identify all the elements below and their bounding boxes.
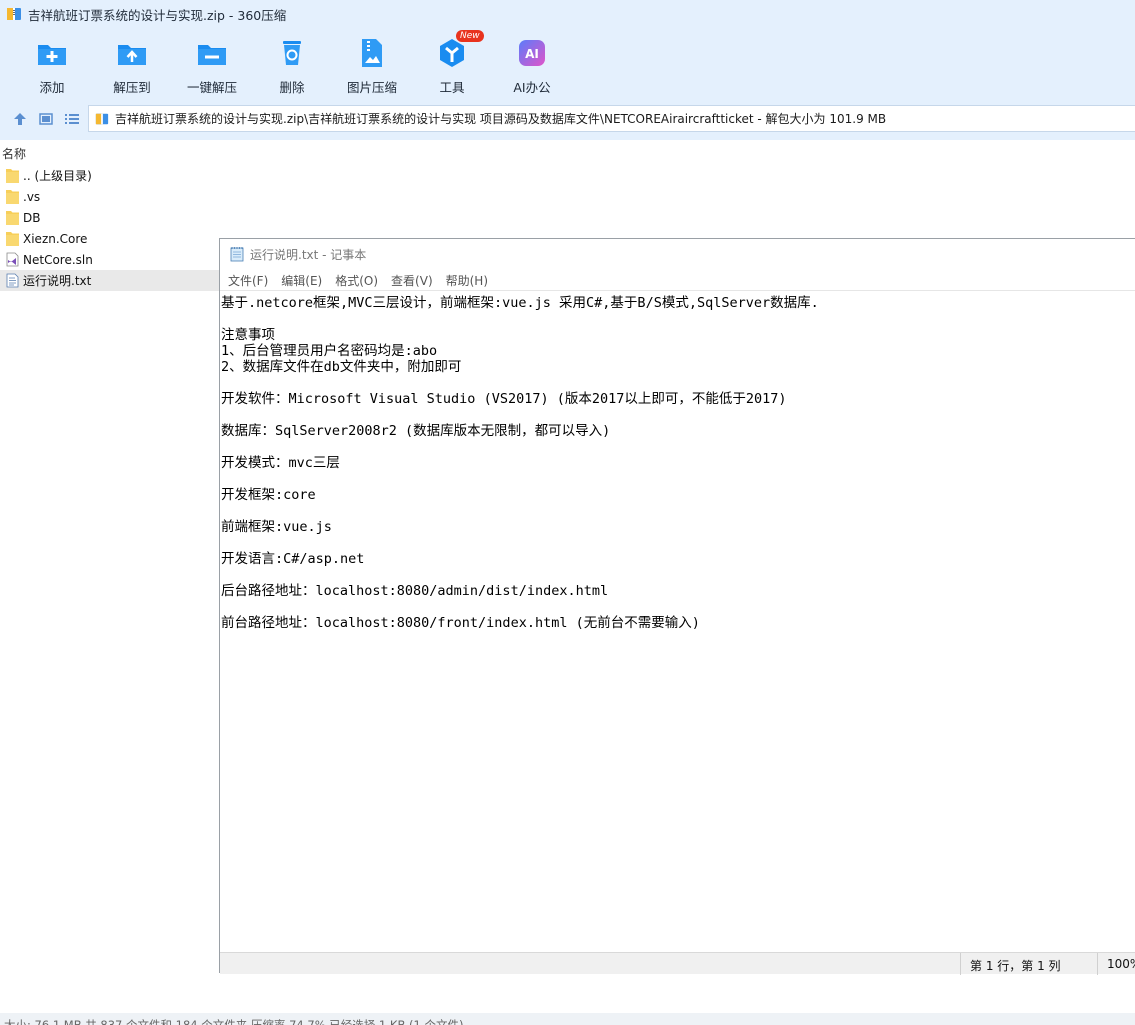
delete-icon (283, 41, 301, 65)
list-item-netcore-sln[interactable]: NetCore.sln (0, 249, 219, 270)
folder-icon (6, 190, 19, 204)
list-item-name: .. (上级目录) (23, 169, 92, 183)
image-compress-label: 图片压缩 (346, 80, 397, 95)
extract-to-label: 解压到 (113, 80, 151, 95)
text-line: 开发语言:C#/asp.net (221, 551, 365, 567)
one-click-extract-label: 一键解压 (186, 80, 237, 95)
extract-to-icon (118, 45, 146, 65)
file-list: .. (上级目录) .vs DB Xiezn.Core NetCore.sln … (0, 165, 219, 291)
add-icon (38, 45, 66, 65)
notepad-menubar: 文件(F) 编辑(E) 格式(O) 查看(V) 帮助(H) (220, 270, 1135, 290)
image-compress-icon (362, 39, 382, 67)
list-item-parent-dir[interactable]: .. (上级目录) (0, 165, 219, 186)
folder-icon (6, 211, 19, 225)
delete-button[interactable]: 删除 (252, 34, 332, 95)
list-item-name: NetCore.sln (23, 252, 93, 267)
tools-button[interactable]: New 工具 (412, 30, 492, 95)
delete-label: 删除 (279, 80, 305, 95)
menu-edit[interactable]: 编辑(E) (276, 272, 327, 289)
column-name-header[interactable]: 名称 (2, 145, 26, 162)
menu-format[interactable]: 格式(O) (330, 272, 383, 289)
list-item-db[interactable]: DB (0, 207, 219, 228)
list-item-name: 运行说明.txt (23, 274, 92, 288)
notepad-text-area[interactable]: 基于.netcore框架,MVC三层设计，前端框架:vue.js 采用C#,基于… (220, 290, 1135, 952)
text-line: 后台路径地址：localhost:8080/admin/dist/index.h… (221, 583, 609, 599)
image-compress-button[interactable]: 图片压缩 (332, 34, 412, 95)
text-file-icon (6, 273, 19, 288)
column-header: 名称 (0, 141, 1135, 163)
text-line: 前台路径地址：localhost:8080/front/index.html (… (221, 615, 700, 631)
list-item-name: .vs (23, 189, 41, 204)
up-arrow-icon[interactable] (11, 110, 29, 128)
cursor-position: 第 1 行，第 1 列 (970, 959, 1061, 973)
zip-archive-icon (7, 8, 21, 20)
ai-office-label: AI办公 (513, 80, 551, 95)
list-item-readme-txt[interactable]: 运行说明.txt (0, 270, 219, 291)
list-item-name: Xiezn.Core (23, 231, 88, 246)
notepad-icon (230, 247, 244, 262)
text-line: 开发框架:core (221, 487, 316, 503)
text-line: 2、数据库文件在db文件夹中，附加即可 (221, 359, 462, 375)
list-item-xiezn-core[interactable]: Xiezn.Core (0, 228, 219, 249)
notepad-statusbar: 第 1 行，第 1 列 100% (220, 952, 1135, 975)
ai-glyph: AI (525, 47, 539, 61)
ai-office-button[interactable]: AI AI办公 (492, 34, 572, 95)
ai-office-icon: AI (519, 40, 545, 66)
notepad-titlebar: 运行说明.txt - 记事本 (220, 239, 1135, 269)
tools-label: 工具 (439, 80, 465, 95)
text-line: 数据库：SqlServer2008r2 (数据库版本无限制，都可以导入) (221, 423, 611, 439)
add-label: 添加 (39, 80, 65, 95)
zip-archive-icon (95, 113, 109, 124)
one-click-extract-button[interactable]: 一键解压 (172, 34, 252, 95)
new-badge: New (456, 30, 484, 42)
status-divider (960, 953, 961, 975)
notepad-window: 运行说明.txt - 记事本 文件(F) 编辑(E) 格式(O) 查看(V) 帮… (219, 238, 1135, 975)
status-divider (1097, 953, 1098, 975)
folder-icon (6, 232, 19, 246)
address-field[interactable]: 吉祥航班订票系统的设计与实现.zip\吉祥航班订票系统的设计与实现 项目源码及数… (88, 105, 1135, 132)
text-line: 开发软件：Microsoft Visual Studio (VS2017) (版… (221, 391, 787, 407)
notepad-title: 运行说明.txt - 记事本 (250, 247, 367, 262)
list-item-name: DB (23, 210, 41, 225)
window-titlebar: 吉祥航班订票系统的设计与实现.zip - 360压缩 (0, 0, 1135, 28)
text-line: 开发模式：mvc三层 (221, 455, 340, 471)
menu-help[interactable]: 帮助(H) (441, 272, 493, 289)
menu-file[interactable]: 文件(F) (223, 272, 273, 289)
extract-to-button[interactable]: 解压到 (92, 34, 172, 95)
text-line: 前端框架:vue.js (221, 519, 332, 535)
text-line: 基于.netcore框架,MVC三层设计，前端框架:vue.js 采用C#,基于… (221, 295, 819, 311)
view-mode-icon[interactable] (37, 110, 55, 128)
toolbar: 添加 解压到 一键解压 删除 图片压缩 New 工具 AI AI办公 (0, 28, 1135, 98)
list-item-vs[interactable]: .vs (0, 186, 219, 207)
one-click-extract-icon (198, 45, 226, 65)
window-title: 吉祥航班订票系统的设计与实现.zip - 360压缩 (28, 7, 287, 23)
add-button[interactable]: 添加 (12, 34, 92, 95)
folder-icon (6, 169, 19, 183)
list-view-icon[interactable] (63, 110, 81, 128)
address-path: 吉祥航班订票系统的设计与实现.zip\吉祥航班订票系统的设计与实现 项目源码及数… (115, 112, 887, 126)
archive-statusbar: 大小: 76.1 MB 共 837 个文件和 184 个文件夹 压缩率 74.7… (0, 1013, 1135, 1025)
zoom-level: 100% (1107, 957, 1135, 971)
solution-file-icon (6, 252, 19, 267)
archive-status-text: 大小: 76.1 MB 共 837 个文件和 184 个文件夹 压缩率 74.7… (4, 1018, 464, 1025)
menu-view[interactable]: 查看(V) (386, 272, 438, 289)
